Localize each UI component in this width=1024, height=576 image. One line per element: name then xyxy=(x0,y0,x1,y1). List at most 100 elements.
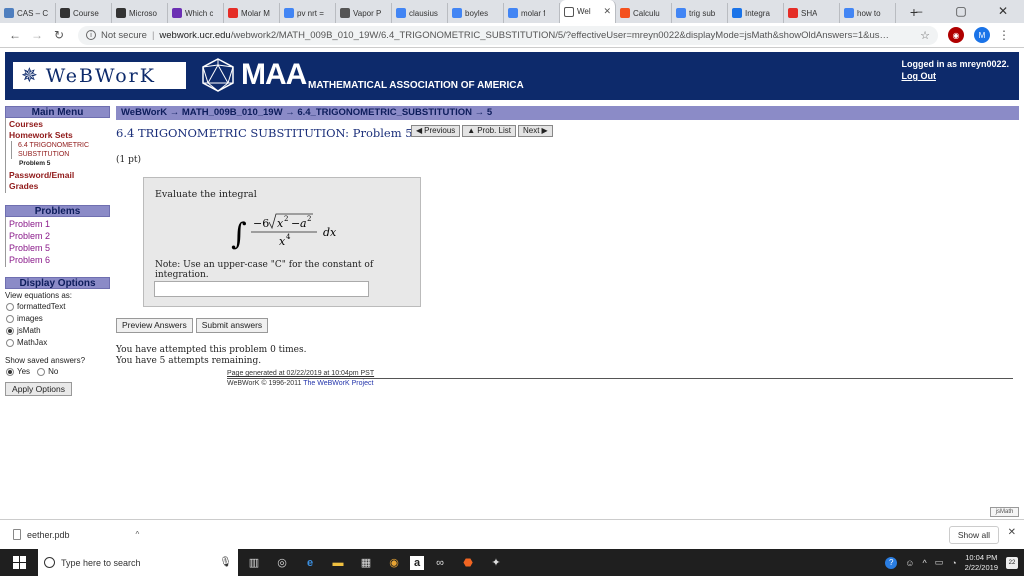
current-problem-link[interactable]: Problem 5 xyxy=(9,159,107,168)
problem-box: Evaluate the integral ∫ −6 x 2 − a 2 x 4… xyxy=(143,177,421,307)
browser-tab[interactable]: clausius xyxy=(392,3,448,23)
chevron-up-icon[interactable]: ^ xyxy=(922,558,926,568)
dropbox-icon[interactable]: ✦ xyxy=(484,549,508,576)
browser-tab[interactable]: Calculu xyxy=(616,3,672,23)
radio-no[interactable] xyxy=(37,368,46,376)
shield-icon[interactable]: ⬣ xyxy=(456,549,480,576)
radio-formattedtext[interactable] xyxy=(6,303,14,311)
maa-logo-text[interactable]: MAA xyxy=(241,58,307,92)
grades-link[interactable]: Grades xyxy=(9,181,107,192)
clock[interactable]: 10:04 PM 2/22/2019 xyxy=(965,553,998,573)
browser-tab[interactable]: Course xyxy=(56,3,112,23)
browser-tab[interactable]: Wel ✕ xyxy=(560,0,616,23)
help-icon[interactable]: ? xyxy=(885,556,898,569)
minimize-button[interactable]: – xyxy=(898,0,940,23)
radio-jsmath[interactable] xyxy=(6,327,14,335)
browser-tab[interactable]: molar f xyxy=(504,3,560,23)
submit-answers-button[interactable]: Submit answers xyxy=(195,318,269,333)
view-equations-label: View equations as: xyxy=(5,291,73,300)
back-button[interactable]: ← xyxy=(4,28,26,42)
preview-answers-button[interactable]: Preview Answers xyxy=(116,318,193,333)
browser-tab[interactable]: Which c xyxy=(168,3,224,23)
problem-link[interactable]: Problem 1 xyxy=(9,218,107,230)
right-arrow-icon: ▶ xyxy=(541,126,548,135)
download-filename: eether.pdb xyxy=(27,529,70,540)
browser-tab[interactable]: Vapor P xyxy=(336,3,392,23)
radio-yes[interactable] xyxy=(6,368,14,376)
chevron-up-icon[interactable]: ^ xyxy=(136,530,140,539)
homework-sets-link[interactable]: Homework Sets xyxy=(9,130,107,141)
browser-tab[interactable]: pv nrt = xyxy=(280,3,336,23)
password-email-link[interactable]: Password/Email xyxy=(9,170,107,181)
bookmark-star-icon[interactable]: ☆ xyxy=(920,29,930,42)
browser-tab[interactable]: boyles xyxy=(448,3,504,23)
close-icon[interactable]: ✕ xyxy=(1008,527,1016,538)
problem-link[interactable]: Problem 6 xyxy=(9,254,107,266)
maximize-button[interactable]: ▢ xyxy=(940,0,982,23)
browser-tab[interactable]: trig sub xyxy=(672,3,728,23)
forward-button[interactable]: → xyxy=(26,28,48,42)
attempts-info: You have attempted this problem 0 times.… xyxy=(116,345,307,367)
browser-tab[interactable]: SHA xyxy=(784,3,840,23)
cortana-icon xyxy=(44,557,55,568)
tab-favicon-icon xyxy=(340,8,350,18)
problem-list-button[interactable]: ▲ Prob. List xyxy=(462,125,516,137)
jsmath-badge[interactable]: jsMath xyxy=(990,507,1019,517)
info-icon[interactable]: i xyxy=(86,30,96,40)
tab-label: Calculu xyxy=(633,8,660,18)
tab-favicon-icon xyxy=(620,8,630,18)
windows-start-button[interactable] xyxy=(0,556,38,569)
taskbar-search[interactable]: Type here to search 🎙 xyxy=(38,549,238,576)
chrome-icon[interactable]: ◉ xyxy=(382,549,406,576)
battery-icon[interactable]: ▭ xyxy=(935,557,944,568)
reload-button[interactable]: ↻ xyxy=(48,28,70,42)
tab-favicon-icon xyxy=(116,8,126,18)
close-window-button[interactable]: ✕ xyxy=(982,0,1024,23)
integral-expression: ∫ −6 x 2 − a 2 x 4 dx xyxy=(231,213,337,252)
previous-button[interactable]: ◀ Previous xyxy=(411,125,461,137)
taskbar: Type here to search 🎙 ▥ ◎ e ▬ ▦ ◉ a ∞ ⬣ … xyxy=(0,549,1024,576)
extension-icon[interactable]: ◉ xyxy=(948,27,964,43)
radio-mathjax[interactable] xyxy=(6,339,14,347)
browser-tab[interactable]: Molar M xyxy=(224,3,280,23)
file-explorer-icon[interactable]: ▬ xyxy=(326,549,350,576)
url-field[interactable]: i Not secure | webwork.ucr.edu /webwork2… xyxy=(78,25,938,45)
download-item[interactable]: eether.pdb ^ xyxy=(13,529,139,540)
browser-menu-icon[interactable]: ⋮ xyxy=(998,28,1010,42)
courses-link[interactable]: Courses xyxy=(9,119,107,130)
tab-close-icon[interactable]: ✕ xyxy=(603,6,611,17)
notification-badge[interactable]: 22 xyxy=(1006,556,1018,569)
next-button[interactable]: Next ▶ xyxy=(518,125,553,137)
steam-icon[interactable]: ◎ xyxy=(270,549,294,576)
show-all-button[interactable]: Show all xyxy=(948,526,999,544)
webwork-project-link[interactable]: The WeBWorK Project xyxy=(303,380,373,387)
wifi-icon[interactable]: ◔ xyxy=(951,558,956,568)
task-view-icon[interactable]: ▥ xyxy=(242,549,266,576)
tab-favicon-icon xyxy=(564,6,574,17)
tab-label: trig sub xyxy=(689,8,716,18)
browser-tab[interactable]: CAS – C xyxy=(0,3,56,23)
logout-link[interactable]: Log Out xyxy=(901,71,936,81)
url-host: webwork.ucr.edu xyxy=(159,29,231,41)
radio-images[interactable] xyxy=(6,315,14,323)
set-link[interactable]: 6.4 TRIGONOMETRIC SUBSTITUTION xyxy=(11,141,107,159)
apply-options-button[interactable]: Apply Options xyxy=(5,382,72,396)
url-separator: | xyxy=(151,29,155,41)
problem-link[interactable]: Problem 5 xyxy=(9,242,107,254)
profile-avatar[interactable]: M xyxy=(974,27,990,43)
main-menu-links: Courses Homework Sets 6.4 TRIGONOMETRIC … xyxy=(5,118,110,193)
store-icon[interactable]: ▦ xyxy=(354,549,378,576)
amazon-icon[interactable]: a xyxy=(410,555,424,570)
microphone-icon[interactable]: 🎙 xyxy=(219,557,232,568)
edge-icon[interactable]: e xyxy=(298,549,322,576)
answer-input[interactable] xyxy=(154,281,369,297)
breadcrumb: WeBWorK → MATH_009B_010_19W → 6.4_TRIGON… xyxy=(116,106,1019,120)
exponent-2: 2 xyxy=(284,215,288,223)
webwork-logo[interactable]: ✵ WeBWorK xyxy=(12,61,187,90)
browser-tab[interactable]: Microso xyxy=(112,3,168,23)
infinity-icon[interactable]: ∞ xyxy=(428,549,452,576)
browser-tab[interactable]: Integra xyxy=(728,3,784,23)
problem-link[interactable]: Problem 2 xyxy=(9,230,107,242)
people-icon[interactable]: ☺ xyxy=(905,558,914,568)
browser-tab[interactable]: how to xyxy=(840,3,896,23)
